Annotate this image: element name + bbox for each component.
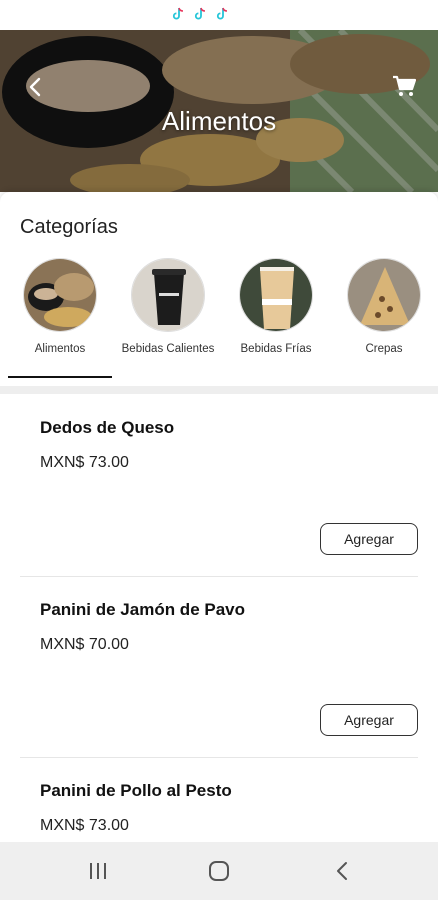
product-card: Panini de Jamón de Pavo MXN$ 70.00 Agreg… [20, 578, 418, 758]
categories-heading: Categorías [20, 216, 118, 238]
category-alimentos[interactable]: Alimentos [6, 258, 114, 378]
chevron-left-icon [29, 77, 41, 97]
section-divider [0, 386, 438, 394]
category-image [131, 258, 205, 332]
home-button[interactable] [199, 856, 239, 886]
product-card: Panini de Pollo al Pesto MXN$ 73.00 [20, 759, 418, 842]
home-icon [209, 861, 229, 881]
category-bebidas-calientes[interactable]: Bebidas Calientes [114, 258, 222, 378]
recents-icon [90, 863, 106, 879]
category-label: Bebidas Calientes [121, 343, 215, 355]
tiktok-icon [172, 7, 184, 20]
recents-button[interactable] [78, 856, 118, 886]
tiktok-icon [216, 7, 228, 20]
coffee-cup-image [132, 259, 204, 331]
page-title: Alimentos [161, 106, 277, 136]
category-image [347, 258, 421, 332]
crepe-image [348, 259, 420, 331]
status-bar [0, 0, 438, 30]
category-bebidas-frias[interactable]: Bebidas Frías [222, 258, 330, 378]
product-price: MXN$ 70.00 [40, 636, 129, 653]
status-icons [170, 6, 230, 22]
back-button[interactable] [22, 74, 48, 100]
add-button[interactable]: Agregar [320, 704, 418, 736]
category-label: Crepas [365, 343, 403, 355]
product-divider [20, 576, 418, 577]
category-image [239, 258, 313, 332]
category-label: Alimentos [34, 343, 86, 355]
product-name: Dedos de Queso [40, 418, 175, 437]
categories-list: Alimentos Bebidas Calientes Bebidas Fría… [0, 258, 438, 378]
system-back-button[interactable] [322, 856, 362, 886]
add-button[interactable]: Agregar [320, 523, 418, 555]
product-name: Panini de Pollo al Pesto [40, 781, 232, 800]
product-price: MXN$ 73.00 [40, 817, 129, 834]
category-crepas[interactable]: Crepas [330, 258, 438, 378]
food-image [24, 259, 96, 331]
cold-drink-image [240, 259, 312, 331]
product-name: Panini de Jamón de Pavo [40, 600, 246, 619]
category-label: Bebidas Frías [240, 343, 312, 355]
product-card: Dedos de Queso MXN$ 73.00 Agregar [20, 396, 418, 576]
hero-banner: Alimentos [0, 30, 438, 192]
shopping-cart-icon [393, 75, 416, 96]
category-image [23, 258, 97, 332]
product-price: MXN$ 73.00 [40, 454, 129, 471]
cart-button[interactable] [390, 72, 418, 100]
tiktok-icon [194, 7, 206, 20]
product-divider [20, 757, 418, 758]
system-nav-bar [0, 842, 438, 900]
selected-category-indicator [8, 376, 112, 378]
back-icon [337, 862, 347, 880]
categories-panel: Categorías Alimentos Bebidas Calientes B… [0, 192, 438, 390]
